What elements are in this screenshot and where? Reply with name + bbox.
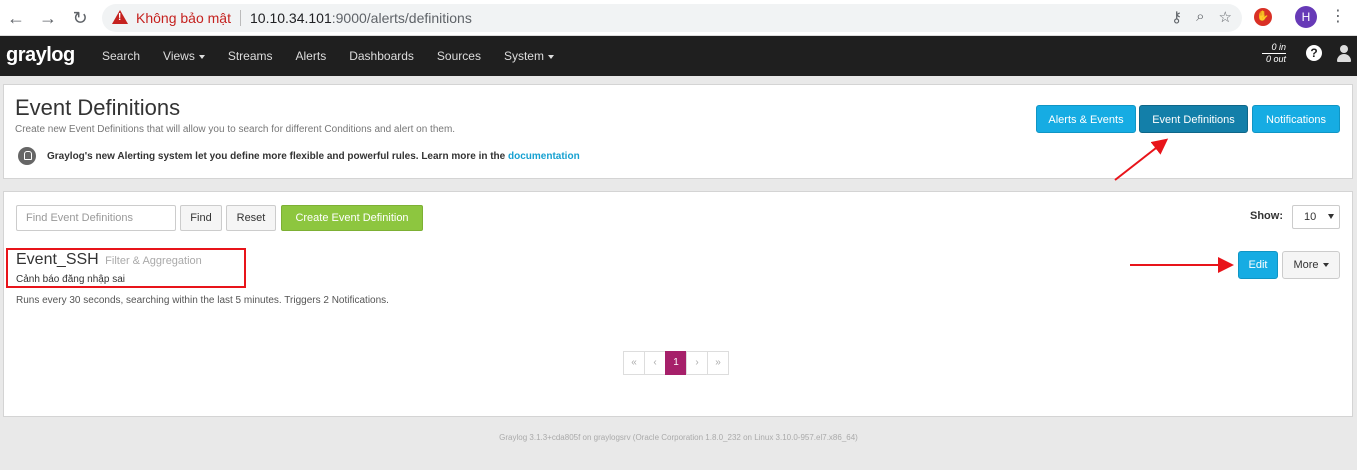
nav-system[interactable]: System xyxy=(504,36,554,76)
alerts-events-button[interactable]: Alerts & Events xyxy=(1036,105,1136,133)
documentation-link[interactable]: documentation xyxy=(508,151,580,162)
page-size-select[interactable]: 10 xyxy=(1292,205,1340,229)
url-host: 10.10.34.101 xyxy=(250,10,332,26)
extension-icon[interactable]: ✋ xyxy=(1254,8,1272,26)
profile-avatar[interactable]: H xyxy=(1295,6,1317,28)
nav-dashboards[interactable]: Dashboards xyxy=(349,36,414,76)
lightbulb-icon xyxy=(18,147,36,165)
reset-button[interactable]: Reset xyxy=(226,205,276,231)
throughput-in: 0 in xyxy=(1262,42,1286,54)
nav-views[interactable]: Views xyxy=(163,36,205,76)
edit-button[interactable]: Edit xyxy=(1238,251,1278,279)
show-label: Show: xyxy=(1250,210,1283,222)
main-navbar: graylog Search Views Streams Alerts Dash… xyxy=(0,36,1357,76)
nav-streams[interactable]: Streams xyxy=(228,36,273,76)
caret-down-icon xyxy=(547,54,554,59)
star-icon[interactable]: ☆ xyxy=(1219,8,1232,26)
more-button[interactable]: More xyxy=(1282,251,1340,279)
throughput-indicator[interactable]: 0 in 0 out xyxy=(1262,42,1286,65)
zoom-icon[interactable]: ⌕ xyxy=(1196,8,1204,26)
user-icon[interactable] xyxy=(1336,45,1352,63)
warning-icon xyxy=(112,10,128,24)
nav-search[interactable]: Search xyxy=(102,36,140,76)
pagination-first[interactable]: « xyxy=(623,351,645,375)
more-label: More xyxy=(1293,259,1319,271)
chevron-down-icon xyxy=(1328,214,1334,219)
address-bar-icons: ⚷ ⌕ ☆ xyxy=(1171,8,1232,26)
help-icon[interactable]: ? xyxy=(1306,45,1322,61)
address-bar[interactable]: Không bảo mật 10.10.34.101:9000/alerts/d… xyxy=(102,4,1242,32)
alerting-notice: Graylog's new Alerting system let you de… xyxy=(47,151,580,162)
search-input[interactable]: Find Event Definitions xyxy=(16,205,176,231)
browser-menu-icon[interactable]: ⋮ xyxy=(1330,6,1346,28)
annotation-highlight-box xyxy=(6,248,246,288)
nav-alerts-label: Alerts xyxy=(295,49,327,63)
notifications-button[interactable]: Notifications xyxy=(1252,105,1340,133)
throughput-out: 0 out xyxy=(1265,54,1286,64)
url-separator xyxy=(240,10,241,26)
forward-arrow-icon[interactable]: → xyxy=(36,6,60,30)
pagination-next[interactable]: › xyxy=(686,351,708,375)
nav-sources[interactable]: Sources xyxy=(437,36,481,76)
pagination-page-current[interactable]: 1 xyxy=(665,351,687,375)
page-size-value: 10 xyxy=(1304,211,1317,223)
back-arrow-icon[interactable]: ← xyxy=(4,6,28,30)
nav-streams-label: Streams xyxy=(227,49,273,63)
notice-text: Graylog's new Alerting system let you de… xyxy=(47,151,509,162)
nav-search-label: Search xyxy=(102,49,141,63)
nav-links: Search Views Streams Alerts Dashboards S… xyxy=(102,36,577,76)
find-button[interactable]: Find xyxy=(180,205,222,231)
event-summary: Runs every 30 seconds, searching within … xyxy=(16,295,389,306)
graylog-logo[interactable]: graylog xyxy=(6,44,75,67)
event-definitions-button[interactable]: Event Definitions xyxy=(1139,105,1248,133)
page-footer: Graylog 3.1.3+cda805f on graylogsrv (Ora… xyxy=(499,433,858,442)
pagination-last[interactable]: » xyxy=(707,351,729,375)
nav-system-label: System xyxy=(503,49,544,63)
url-path: :9000/alerts/definitions xyxy=(331,10,472,26)
create-event-definition-button[interactable]: Create Event Definition xyxy=(281,205,423,231)
event-definitions-list: Find Event Definitions Find Reset Create… xyxy=(3,191,1353,417)
caret-down-icon xyxy=(1322,263,1329,268)
page-title: Event Definitions xyxy=(15,95,181,120)
url-text[interactable]: 10.10.34.101:9000/alerts/definitions xyxy=(250,10,472,26)
nav-dashboards-label: Dashboards xyxy=(349,49,414,63)
pagination: « ‹ 1 › » xyxy=(623,351,729,375)
reload-icon[interactable]: ↻ xyxy=(68,6,92,30)
nav-alerts[interactable]: Alerts xyxy=(296,36,327,76)
page-header: Event Definitions Create new Event Defin… xyxy=(3,84,1353,179)
caret-down-icon xyxy=(198,54,205,59)
nav-views-label: Views xyxy=(163,49,195,63)
pagination-prev[interactable]: ‹ xyxy=(644,351,666,375)
security-label[interactable]: Không bảo mật xyxy=(136,10,231,26)
key-icon[interactable]: ⚷ xyxy=(1171,8,1182,26)
browser-chrome: ← → ↻ Không bảo mật 10.10.34.101:9000/al… xyxy=(0,0,1357,36)
page-description: Create new Event Definitions that will a… xyxy=(15,124,456,135)
nav-sources-label: Sources xyxy=(436,49,481,63)
